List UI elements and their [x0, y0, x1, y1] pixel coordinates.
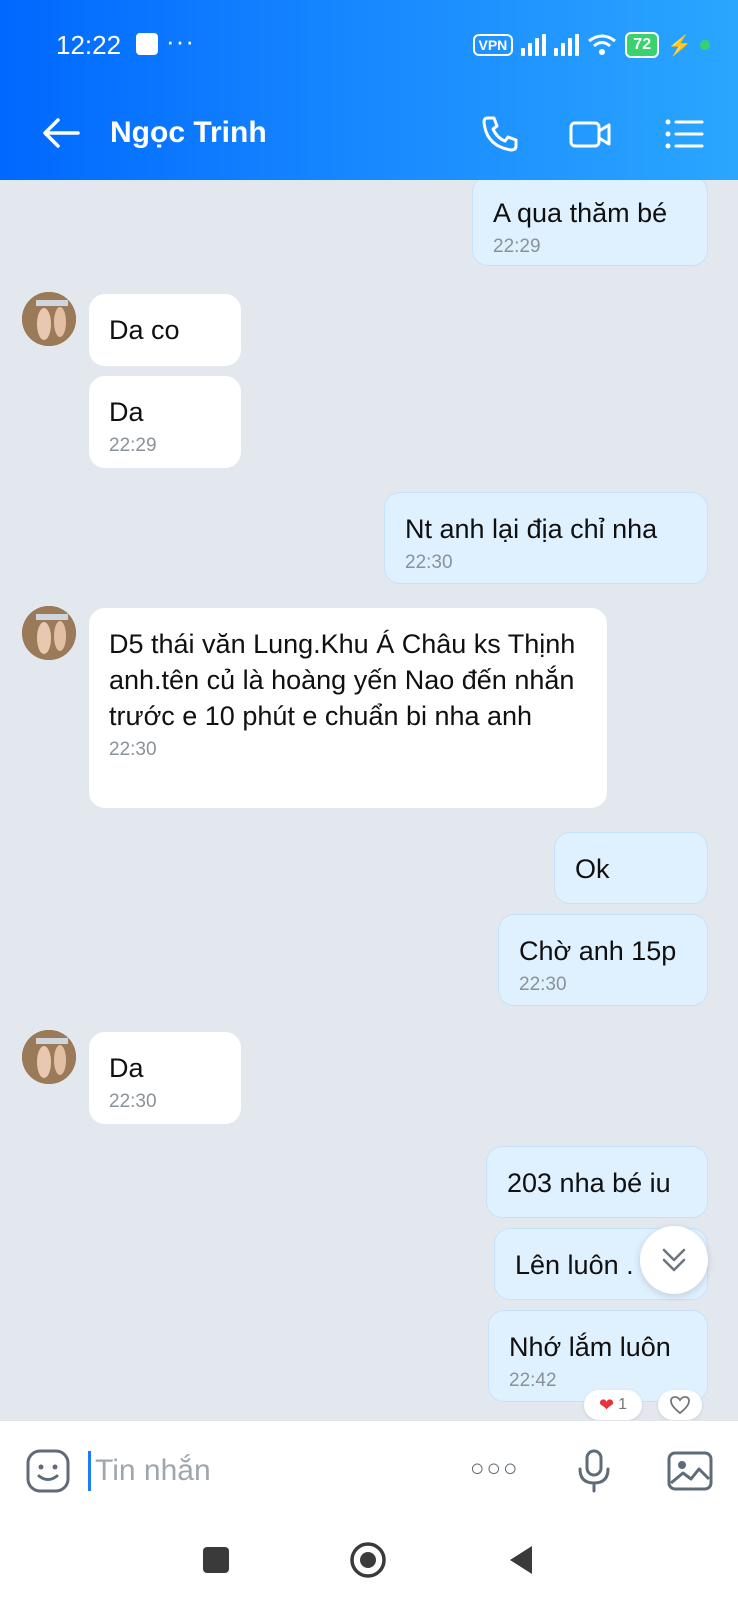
message-bubble-outgoing[interactable]: A qua thăm bé 22:29 — [472, 180, 708, 266]
message-bubble-outgoing[interactable]: Ok — [554, 832, 708, 904]
reaction-count: 1 — [618, 1396, 627, 1413]
signal-icon-2 — [554, 34, 580, 56]
message-text: Da — [109, 397, 144, 427]
message-text: Nhớ lắm luôn — [509, 1332, 671, 1362]
message-bubble-outgoing[interactable]: Nhớ lắm luôn 22:42 — [488, 1310, 708, 1402]
message-text: Da co — [109, 315, 180, 345]
signal-icon-1 — [521, 34, 547, 56]
video-call-icon[interactable] — [568, 112, 612, 156]
message-text: Ok — [575, 854, 610, 884]
message-time: 22:30 — [405, 552, 453, 573]
avatar[interactable] — [22, 606, 76, 660]
message-bubble-incoming[interactable]: Da 22:29 — [89, 376, 241, 468]
message-bubble-outgoing[interactable]: Chờ anh 15p 22:30 — [498, 914, 708, 1006]
microphone-icon[interactable] — [570, 1447, 618, 1495]
message-list[interactable]: A qua thăm bé 22:29 Da co Da 22:29 Nt an… — [0, 180, 738, 1420]
camera-indicator-dot — [700, 40, 710, 50]
heart-outline-icon — [670, 1396, 690, 1415]
battery-indicator: 72 — [625, 32, 660, 58]
home-icon[interactable] — [348, 1540, 388, 1580]
status-bar: 12:22 ··· VPN 72 ⚡ — [0, 0, 738, 90]
nav-bar: Ngọc Trinh — [0, 90, 738, 180]
image-gallery-icon[interactable] — [666, 1447, 714, 1495]
message-time: 22:30 — [519, 974, 567, 995]
message-bubble-incoming[interactable]: Da co — [89, 294, 241, 366]
more-notifications-icon: ··· — [166, 26, 195, 56]
reaction-summary[interactable]: ❤ 1 — [584, 1390, 642, 1420]
message-time: 22:29 — [493, 236, 541, 257]
message-bubble-incoming[interactable]: Da 22:30 — [89, 1032, 241, 1124]
back-arrow-icon[interactable] — [38, 110, 84, 156]
message-composer: Tin nhắn ○○○ — [0, 1420, 738, 1520]
message-text: Lên luôn . — [515, 1250, 634, 1280]
vpn-badge: VPN — [472, 34, 514, 56]
message-time: 22:30 — [109, 1091, 157, 1112]
avatar[interactable] — [22, 292, 76, 346]
message-text: A qua thăm bé — [493, 198, 668, 228]
wifi-icon — [588, 34, 617, 55]
scroll-to-bottom-button[interactable] — [640, 1226, 708, 1294]
message-bubble-outgoing[interactable]: 203 nha bé iu — [486, 1146, 708, 1218]
heart-reaction-icon: ❤ — [599, 1394, 615, 1415]
message-text: Chờ anh 15p — [519, 936, 677, 966]
message-bubble-outgoing[interactable]: Nt anh lại địa chỉ nha 22:30 — [384, 492, 708, 584]
message-time: 22:30 — [109, 739, 157, 760]
status-indicators: VPN 72 ⚡ — [472, 30, 710, 60]
message-text: D5 thái văn Lung.Khu Á Châu ks Thịnh anh… — [109, 629, 576, 731]
charging-icon: ⚡ — [667, 34, 692, 57]
message-text: Da — [109, 1053, 144, 1083]
avatar[interactable] — [22, 1030, 76, 1084]
more-options-icon[interactable]: ○○○ — [470, 1455, 520, 1483]
chat-header: 12:22 ··· VPN 72 ⚡ Ngọc Trinh — [0, 0, 738, 180]
double-chevron-down-icon — [662, 1248, 686, 1272]
add-reaction-button[interactable] — [658, 1390, 702, 1420]
back-triangle-icon[interactable] — [502, 1540, 542, 1580]
recent-apps-icon[interactable] — [196, 1540, 236, 1580]
system-navigation-bar — [0, 1520, 738, 1600]
notification-icon — [136, 33, 158, 55]
message-bubble-incoming[interactable]: D5 thái văn Lung.Khu Á Châu ks Thịnh anh… — [89, 608, 607, 808]
phone-call-icon[interactable] — [478, 112, 522, 156]
sticker-emoji-icon[interactable] — [24, 1447, 72, 1495]
message-text: Nt anh lại địa chỉ nha — [405, 514, 658, 544]
status-time: 12:22 — [56, 30, 122, 60]
message-input[interactable]: Tin nhắn — [88, 1451, 211, 1491]
message-text: 203 nha bé iu — [507, 1168, 671, 1198]
menu-list-icon[interactable] — [662, 112, 706, 156]
contact-name[interactable]: Ngọc Trinh — [110, 116, 267, 150]
message-time: 22:29 — [109, 435, 157, 456]
